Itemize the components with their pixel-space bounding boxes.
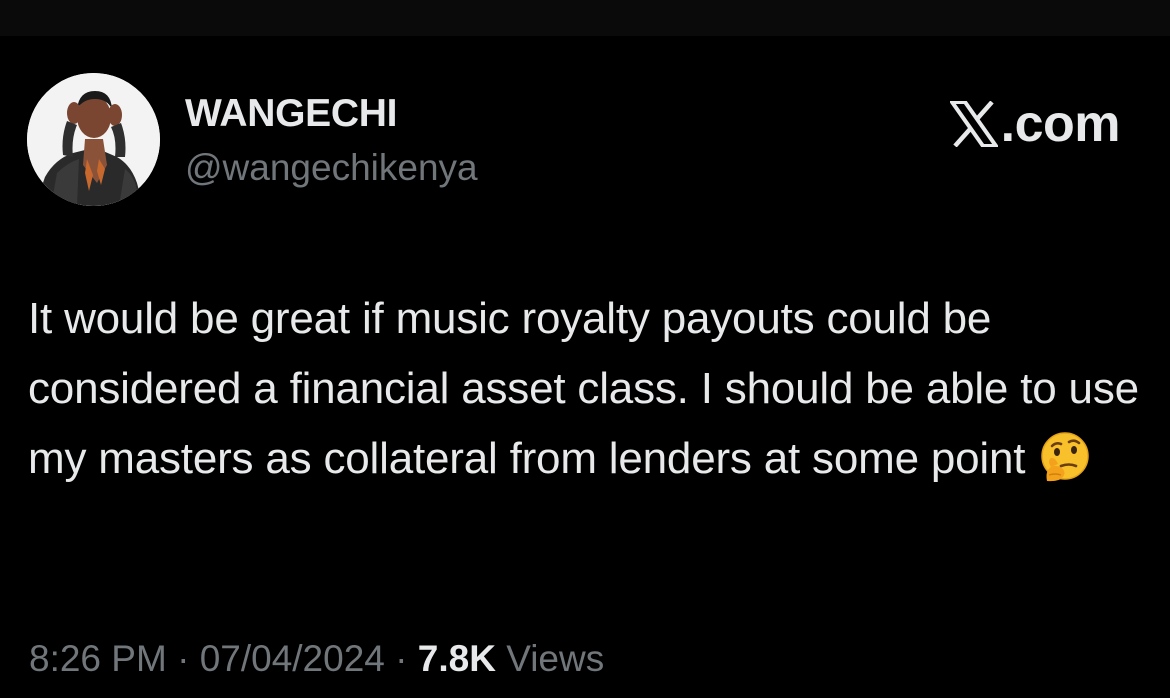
brand-logo: .com <box>949 94 1121 154</box>
display-name[interactable]: WANGECHI <box>185 92 397 136</box>
top-strip <box>0 0 1170 36</box>
tweet-date[interactable]: 07/04/2024 <box>200 638 385 679</box>
tweet-metadata: 8:26 PM · 07/04/2024 · 7.8K Views <box>29 636 604 682</box>
x-logo-icon <box>949 101 998 147</box>
handle[interactable]: @wangechikenya <box>185 146 478 190</box>
tweet-time[interactable]: 8:26 PM <box>29 638 167 679</box>
views-label: Views <box>506 638 605 679</box>
tweet-text: It would be great if music royalty payou… <box>28 294 1139 483</box>
views-count[interactable]: 7.8K <box>418 638 496 679</box>
meta-separator: · <box>395 638 408 679</box>
avatar-photo <box>27 73 160 206</box>
avatar[interactable] <box>27 73 160 206</box>
tweet-screenshot: WANGECHI @wangechikenya .com It would be… <box>0 0 1170 698</box>
meta-separator: · <box>177 638 190 679</box>
tweet-body: It would be great if music royalty payou… <box>28 284 1148 504</box>
brand-domain: .com <box>1000 95 1121 153</box>
thinking-face-emoji <box>1039 431 1091 504</box>
